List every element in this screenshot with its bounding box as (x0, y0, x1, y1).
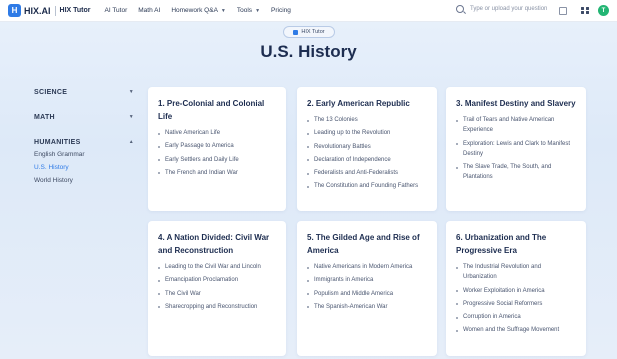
chevron-down-icon: ▼ (255, 7, 261, 14)
badge-label: HIX Tutor (301, 29, 325, 35)
logo-icon: H (8, 4, 21, 17)
sidebar-item-english-grammar[interactable]: English Grammar (34, 151, 134, 161)
search-icon (456, 5, 464, 13)
category-label: MATH (34, 113, 55, 121)
nav-label: Math AI (138, 7, 161, 14)
topic-link[interactable]: Revolutionary Battles (307, 142, 427, 152)
top-navigation-bar: H HIX.AI HIX Tutor AI Tutor Math AI Home… (0, 0, 617, 22)
nav-math-ai[interactable]: Math AI (138, 7, 160, 14)
nav-label: Tools (236, 7, 253, 14)
card-title[interactable]: 3. Manifest Destiny and Slavery (456, 97, 576, 110)
logo-text: HIX.AI (24, 5, 51, 16)
topic-list: The 13 Colonies Leading up to the Revolu… (307, 115, 427, 192)
topic-link[interactable]: Native Americans in Modern America (307, 262, 427, 272)
nav-homework-qa[interactable]: Homework Q&A ▼ (171, 7, 226, 14)
topic-link[interactable]: Emancipation Proclamation (158, 275, 276, 285)
topic-link[interactable]: Sharecropping and Reconstruction (158, 302, 276, 312)
topic-link[interactable]: The Civil War (158, 289, 276, 299)
nav-label: AI Tutor (104, 7, 128, 14)
topic-link[interactable]: Trail of Tears and Native American Exper… (456, 115, 576, 136)
topic-link[interactable]: Leading to the Civil War and Lincoln (158, 262, 276, 272)
card-title[interactable]: 2. Early American Republic (307, 97, 427, 110)
apps-grid-icon[interactable] (581, 6, 589, 15)
topic-link[interactable]: Early Settlers and Daily Life (158, 155, 276, 165)
topic-card: 3. Manifest Destiny and Slavery Trail of… (446, 87, 586, 211)
topic-list: Trail of Tears and Native American Exper… (456, 115, 576, 183)
chevron-down-icon: ▼ (220, 7, 226, 14)
avatar[interactable]: T (598, 5, 609, 16)
topic-link[interactable]: The French and Indian War (158, 168, 276, 178)
topic-link[interactable]: The 13 Colonies (307, 115, 427, 125)
top-right-actions: T (559, 5, 609, 16)
card-title[interactable]: 5. The Gilded Age and Rise of America (307, 231, 427, 257)
sidebar-item-world-history[interactable]: World History (34, 177, 134, 187)
subject-sidebar: SCIENCE ▼ MATH ▼ HUMANITIES ▲ English Gr… (34, 86, 134, 187)
search-placeholder: Type or upload your question (470, 6, 548, 12)
topic-list: The Industrial Revolution and Urbanizati… (456, 262, 576, 336)
topic-link[interactable]: Worker Exploitation in America (456, 286, 576, 296)
hix-tutor-badge: HIX Tutor (283, 26, 335, 38)
topic-link[interactable]: The Constitution and Founding Fathers (307, 181, 427, 191)
nav-tools[interactable]: Tools ▼ (237, 7, 260, 14)
search-input[interactable]: Type or upload your question (456, 5, 547, 13)
topic-link[interactable]: Early Passage to America (158, 141, 276, 151)
nav-ai-tutor[interactable]: AI Tutor (105, 7, 128, 14)
topic-list: Native Americans in Modern America Immig… (307, 262, 427, 312)
topic-link[interactable]: The Slave Trade, The South, and Plantati… (456, 162, 576, 183)
logo-divider (54, 5, 56, 16)
topic-link[interactable]: Federalists and Anti-Federalists (307, 168, 427, 178)
topic-card: 4. A Nation Divided: Civil War and Recon… (148, 221, 286, 356)
topic-list: Native American Life Early Passage to Am… (158, 128, 276, 178)
topic-card: 1. Pre-Colonial and Colonial Life Native… (148, 87, 286, 211)
topic-card: 6. Urbanization and The Progressive Era … (446, 221, 586, 356)
tutor-icon (293, 29, 299, 35)
logo-subtitle: HIX Tutor (59, 7, 91, 14)
topic-link[interactable]: The Industrial Revolution and Urbanizati… (456, 262, 576, 283)
topic-list: Leading to the Civil War and Lincoln Ema… (158, 262, 276, 312)
topic-card: 2. Early American Republic The 13 Coloni… (297, 87, 437, 211)
chevron-down-icon: ▼ (128, 89, 134, 95)
page-title: U.S. History (260, 42, 357, 61)
topic-link[interactable]: Populism and Middle America (307, 289, 427, 299)
nav-label: Pricing (271, 7, 291, 14)
topic-link[interactable]: Declaration of Independence (307, 155, 427, 165)
topic-link[interactable]: Native American Life (158, 128, 276, 138)
logo[interactable]: H HIX.AI HIX Tutor (8, 4, 91, 17)
nav-pricing[interactable]: Pricing (271, 7, 291, 14)
sidebar-category-science[interactable]: SCIENCE ▼ (34, 86, 134, 98)
calendar-icon[interactable] (559, 6, 567, 15)
main-nav: AI Tutor Math AI Homework Q&A ▼ Tools ▼ Pr… (105, 7, 302, 14)
card-title[interactable]: 1. Pre-Colonial and Colonial Life (158, 97, 276, 123)
topic-link[interactable]: Exploration: Lewis and Clark to Manifest… (456, 139, 576, 160)
topic-link[interactable]: Leading up to the Revolution (307, 128, 427, 138)
nav-label: Homework Q&A (171, 7, 218, 14)
topic-link[interactable]: The Spanish-American War (307, 302, 427, 312)
topic-link[interactable]: Women and the Suffrage Movement (456, 325, 576, 335)
card-title[interactable]: 6. Urbanization and The Progressive Era (456, 231, 576, 257)
card-title[interactable]: 4. A Nation Divided: Civil War and Recon… (158, 231, 276, 257)
sidebar-category-math[interactable]: MATH ▼ (34, 111, 134, 123)
category-label: HUMANITIES (34, 138, 81, 146)
sidebar-item-us-history[interactable]: U.S. History (34, 164, 134, 174)
chevron-up-icon: ▲ (128, 139, 134, 145)
category-label: SCIENCE (34, 88, 68, 96)
topic-link[interactable]: Corruption in America (456, 312, 576, 322)
topic-card: 5. The Gilded Age and Rise of America Na… (297, 221, 437, 356)
chevron-down-icon: ▼ (128, 114, 134, 120)
topic-link[interactable]: Progressive Social Reformers (456, 299, 576, 309)
topic-link[interactable]: Immigrants in America (307, 275, 427, 285)
sidebar-category-humanities[interactable]: HUMANITIES ▲ (34, 136, 134, 148)
